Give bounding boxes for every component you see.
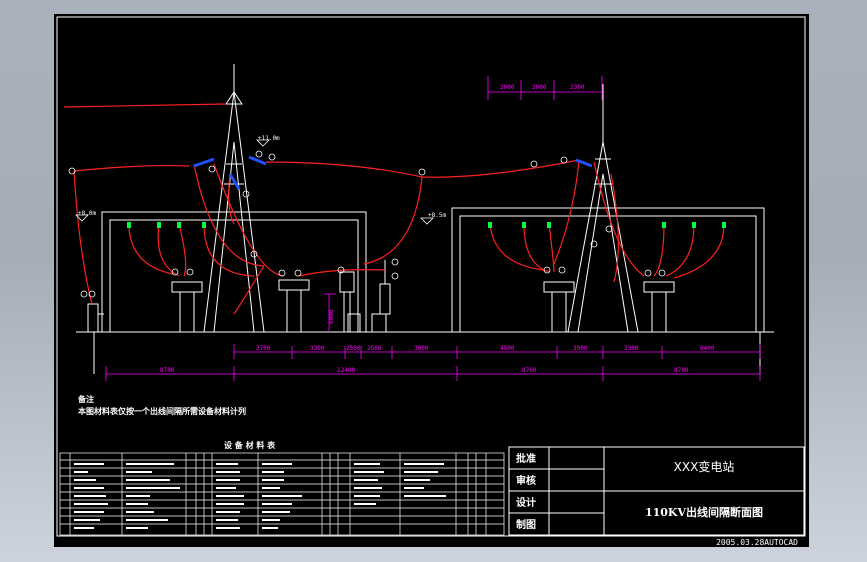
- conductors: [63, 103, 725, 315]
- dim-row1-9: 6400: [700, 345, 715, 352]
- dim-row2-2: 12400: [337, 367, 355, 374]
- title-design: 设计: [516, 496, 536, 509]
- title-draft: 制图: [516, 518, 536, 531]
- title-review: 审核: [516, 474, 536, 487]
- dim-row1-1: 2700: [256, 345, 271, 352]
- dim-row1-6: 4500: [500, 345, 515, 352]
- elev-label-3: +8.5m: [428, 212, 446, 219]
- dim-row1-3: 2500: [346, 345, 361, 352]
- dim-row2-4: 8700: [674, 367, 689, 374]
- top-dim-1: 2000: [500, 84, 515, 91]
- dim-row2-1: 8700: [160, 367, 175, 374]
- right-equipment-supports: [543, 281, 675, 332]
- elev-label-1: +8.0m: [78, 210, 96, 217]
- cad-drawing: +8.0m +11.0m +8.5m 2000 2000 2300 6000 2…: [56, 16, 806, 547]
- bottom-dimension-row2: [105, 366, 761, 381]
- dim-row1-4: 2500: [367, 345, 382, 352]
- notes-heading: 备注: [77, 394, 94, 404]
- dim-row2-3: 8700: [522, 367, 537, 374]
- material-table-filler-text: [74, 463, 446, 529]
- material-table-title: 设 备 材 料 表: [224, 440, 276, 450]
- left-equipment-supports: [87, 260, 391, 333]
- top-dim-2: 2000: [532, 84, 547, 91]
- elevation-markers: [75, 139, 434, 225]
- dim-row1-2: 3300: [310, 345, 325, 352]
- dim-row1-7: 3000: [573, 345, 588, 352]
- drawing-sheet: +8.0m +11.0m +8.5m 2000 2000 2300 6000 2…: [54, 14, 809, 547]
- notes-line-1: 本图材料表仅按一个出线间隔所需设备材料计列: [77, 406, 246, 416]
- dim-row1-8: 2300: [624, 345, 639, 352]
- vertical-dim-label: 6000: [328, 309, 335, 324]
- station-name: XXX变电站: [674, 459, 735, 474]
- right-gantry-frame: [451, 207, 765, 332]
- dim-row1-5: 3000: [414, 345, 429, 352]
- autocad-watermark: 2005.03.28AUTOCAD: [716, 538, 798, 547]
- material-table: [59, 452, 505, 536]
- sheet-border: [56, 16, 806, 537]
- title-block: [508, 446, 805, 536]
- title-approve: 批准: [516, 452, 536, 465]
- drawing-name: 110KV出线间隔断面图: [645, 505, 763, 519]
- top-dim-3: 2300: [570, 84, 585, 91]
- elev-label-2: +11.0m: [258, 135, 280, 142]
